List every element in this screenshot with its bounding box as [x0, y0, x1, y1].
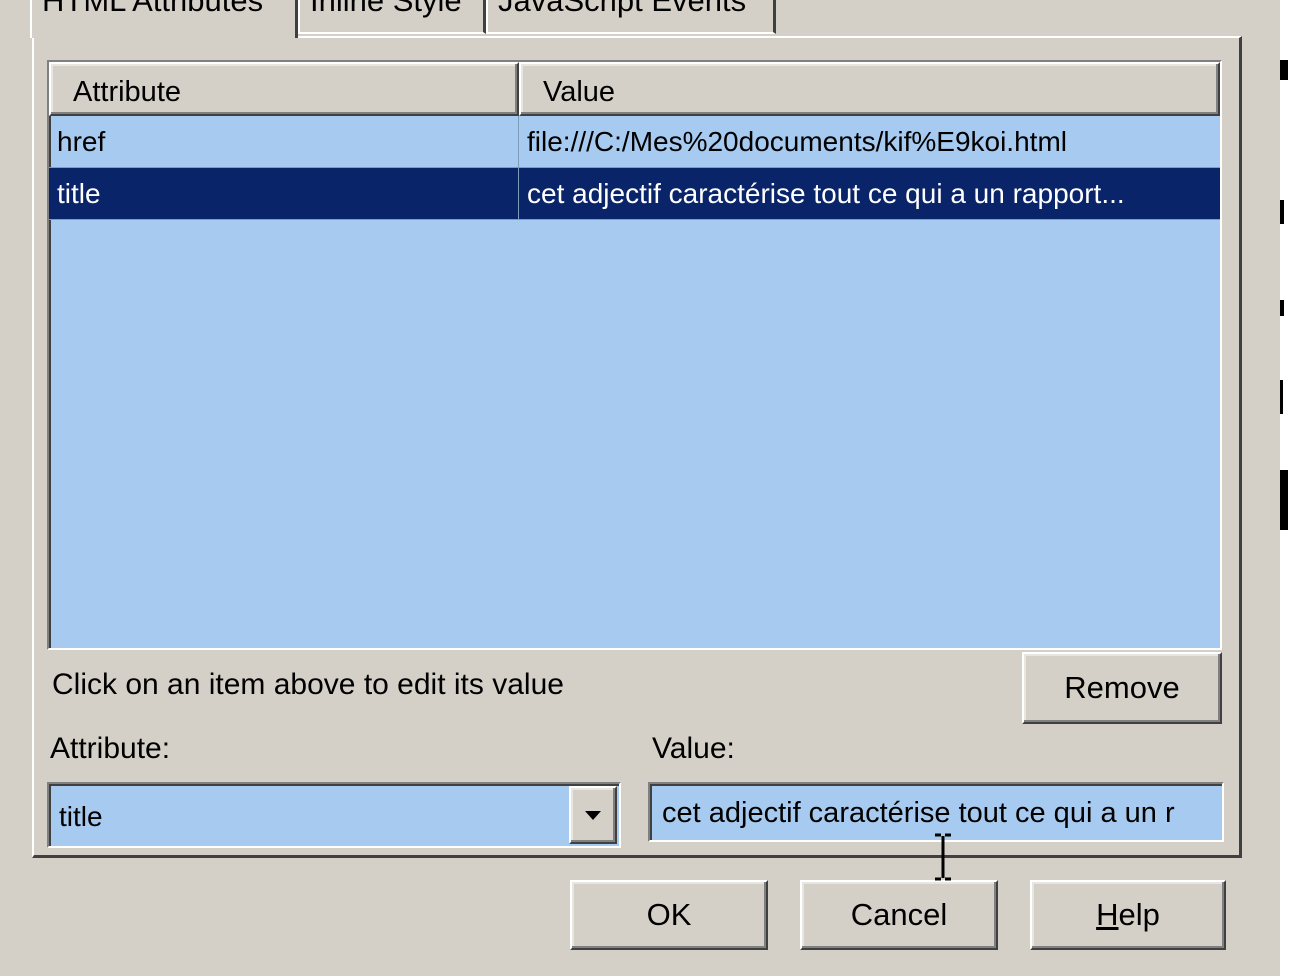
chevron-down-icon — [585, 811, 601, 820]
attribute-dropdown[interactable]: title — [47, 782, 621, 848]
cancel-button[interactable]: Cancel — [800, 880, 998, 950]
help-mnemonic: H — [1096, 897, 1119, 932]
cell-attribute[interactable]: href — [49, 116, 519, 167]
edge-mark — [1280, 300, 1284, 316]
table-row[interactable]: href file:///C:/Mes%20documents/kif%E9ko… — [49, 116, 1220, 168]
tab-inline-style[interactable]: Inline Style — [298, 0, 486, 34]
ibeam-cursor-icon — [935, 833, 951, 881]
edge-mark — [1280, 60, 1288, 80]
cell-value[interactable]: file:///C:/Mes%20documents/kif%E9koi.htm… — [519, 116, 1220, 167]
attribute-label: Attribute: — [50, 732, 171, 765]
background-window-edge — [1280, 0, 1290, 976]
cell-attribute[interactable]: title — [49, 168, 519, 219]
dropdown-arrow-button[interactable] — [569, 786, 617, 844]
help-button[interactable]: Help — [1030, 880, 1226, 950]
cell-value[interactable]: cet adjectif caractérise tout ce qui a u… — [519, 168, 1220, 219]
edge-mark — [1280, 380, 1283, 414]
tab-label: JavaScript Events — [498, 0, 747, 18]
edge-mark — [1280, 200, 1284, 224]
column-header-value[interactable]: Value — [519, 62, 1220, 116]
edge-mark — [1280, 470, 1288, 530]
tab-label: HTML Attributes — [42, 0, 264, 18]
hint-text: Click on an item above to edit its value — [52, 668, 564, 701]
attribute-grid[interactable]: Attribute Value href file:///C:/Mes%20do… — [47, 60, 1222, 650]
remove-button[interactable]: Remove — [1022, 652, 1222, 724]
tab-html-attributes[interactable]: HTML Attributes — [30, 0, 298, 38]
ok-button[interactable]: OK — [570, 880, 768, 950]
help-label-rest: elp — [1118, 897, 1160, 932]
tab-javascript-events[interactable]: JavaScript Events — [486, 0, 776, 34]
tab-label: Inline Style — [310, 0, 462, 18]
value-label: Value: — [652, 732, 735, 765]
grid-header: Attribute Value — [49, 62, 1220, 116]
attribute-dropdown-value: title — [59, 801, 103, 832]
table-row[interactable]: title cet adjectif caractérise tout ce q… — [49, 168, 1220, 220]
value-input-text: cet adjectif caractérise tout ce qui a u… — [662, 797, 1175, 829]
column-header-attribute[interactable]: Attribute — [49, 62, 519, 116]
